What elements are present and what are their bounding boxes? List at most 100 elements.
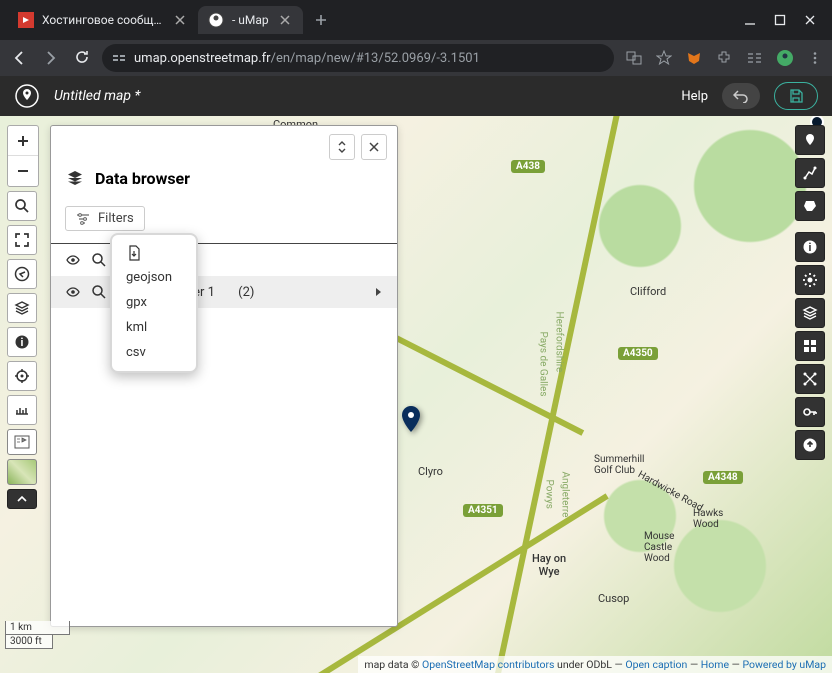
- filters-label: Filters: [98, 211, 134, 226]
- powered-link[interactable]: Powered by uMap: [742, 658, 826, 671]
- close-window-icon[interactable]: [804, 14, 816, 26]
- profile-icon[interactable]: [776, 49, 794, 67]
- settings-button[interactable]: [795, 265, 825, 295]
- download-file-icon: [126, 245, 142, 261]
- browser-address-bar: umap.openstreetmap.fr/en/map/new/#13/52.…: [0, 40, 832, 76]
- permissions-button[interactable]: [795, 397, 825, 427]
- place-label: Summerhill Golf Club: [594, 454, 644, 476]
- place-label: Cusop: [598, 592, 629, 605]
- url-text: umap.openstreetmap.fr/en/map/new/#13/52.…: [134, 51, 480, 66]
- boundary-label: Powys: [544, 480, 555, 509]
- url-field[interactable]: umap.openstreetmap.fr/en/map/new/#13/52.…: [102, 44, 614, 72]
- layers-stack-icon: [65, 168, 85, 188]
- menu-icon[interactable]: [808, 51, 822, 65]
- info-button[interactable]: i: [7, 327, 37, 357]
- app-content: Untitled map * Help A438 A4350 A4348 A43…: [0, 76, 832, 673]
- road-badge: A4350: [618, 347, 658, 360]
- back-icon[interactable]: [10, 49, 28, 67]
- edit-osm-button[interactable]: [7, 429, 37, 455]
- dropdown-item-csv[interactable]: csv: [112, 340, 196, 365]
- layers-button[interactable]: [7, 293, 37, 323]
- panel-expand-button[interactable]: [329, 134, 355, 160]
- boundary-label: Angleterre: [560, 472, 571, 518]
- chevron-right-icon[interactable]: [373, 286, 383, 298]
- tilelayer-button[interactable]: [7, 459, 37, 485]
- road-badge: A4351: [463, 504, 503, 517]
- panel-title: Data browser: [95, 169, 190, 188]
- layer-header-row: [51, 244, 397, 276]
- caption-button[interactable]: i: [795, 232, 825, 262]
- dropdown-item-gpx[interactable]: gpx: [112, 290, 196, 315]
- visibility-icon[interactable]: [65, 284, 81, 300]
- site-settings-icon[interactable]: [112, 51, 126, 65]
- home-link[interactable]: Home: [701, 658, 729, 671]
- draw-marker-button[interactable]: [795, 125, 825, 155]
- measure-button[interactable]: [7, 395, 37, 425]
- zoom-to-icon[interactable]: [91, 252, 107, 268]
- right-toolbar: i: [795, 125, 825, 460]
- zoom-to-icon[interactable]: [91, 284, 107, 300]
- road-label: Hardwicke Road: [636, 469, 705, 514]
- locate-button[interactable]: [7, 361, 37, 391]
- minimize-icon[interactable]: [744, 14, 756, 26]
- panel-close-button[interactable]: [361, 134, 387, 160]
- forward-icon: [42, 49, 60, 67]
- fullscreen-button[interactable]: [7, 225, 37, 255]
- left-toolbar: i: [7, 125, 39, 509]
- place-label: Clyro: [418, 465, 443, 478]
- dropdown-item-geojson[interactable]: geojson: [112, 265, 196, 290]
- window-controls: [736, 14, 824, 26]
- extensions-icon[interactable]: [716, 50, 732, 66]
- tab2-title: - uMap: [232, 13, 269, 27]
- browser-tab-2-active[interactable]: - uMap: [198, 6, 303, 34]
- place-label: Hay on Wye: [532, 552, 566, 578]
- help-link[interactable]: Help: [681, 89, 708, 104]
- maximize-icon[interactable]: [774, 14, 786, 26]
- tilelayer-switch-button[interactable]: [795, 331, 825, 361]
- import-button[interactable]: [795, 430, 825, 460]
- svg-text:i: i: [809, 241, 812, 254]
- map-attribution: map data © OpenStreetMap contributors un…: [358, 656, 832, 673]
- layer-count: (2): [238, 285, 254, 300]
- set-center-button[interactable]: [795, 364, 825, 394]
- filters-button[interactable]: Filters: [65, 206, 145, 231]
- translate-icon[interactable]: [626, 50, 642, 66]
- umap-logo-icon[interactable]: [14, 83, 40, 109]
- map-title[interactable]: Untitled map *: [54, 88, 667, 104]
- search-button[interactable]: [7, 191, 37, 221]
- dropdown-item-kml[interactable]: kml: [112, 315, 196, 340]
- visibility-icon[interactable]: [65, 252, 81, 268]
- close-icon[interactable]: [172, 12, 188, 28]
- browser-tab-1[interactable]: Хостинговое сообщество «Tin: [8, 6, 198, 34]
- window-titlebar: Хостинговое сообщество «Tin - uMap: [0, 0, 832, 40]
- map-marker[interactable]: [400, 406, 422, 434]
- undo-button[interactable]: [722, 83, 760, 109]
- tab1-favicon-icon: [18, 12, 34, 28]
- app-header: Untitled map * Help: [0, 76, 832, 116]
- export-format-dropdown: geojson gpx kml csv: [110, 233, 198, 373]
- metamask-icon[interactable]: [686, 50, 702, 66]
- road-badge: A438: [511, 160, 545, 173]
- draw-line-button[interactable]: [795, 158, 825, 188]
- scale-ft: 3000 ft: [5, 635, 53, 649]
- caption-link[interactable]: Open caption: [625, 658, 687, 671]
- draw-polygon-button[interactable]: [795, 191, 825, 221]
- collapse-toolbar-button[interactable]: [7, 489, 37, 509]
- layer-row[interactable]: yer 1 (2): [51, 276, 397, 308]
- manage-layers-button[interactable]: [795, 298, 825, 328]
- osm-link[interactable]: OpenStreetMap contributors: [422, 658, 554, 671]
- close-icon[interactable]: [277, 12, 293, 28]
- zoom-in-button[interactable]: [8, 126, 38, 156]
- map-canvas[interactable]: A438 A4350 A4348 A4351 Common Clifford C…: [0, 116, 832, 673]
- reload-icon[interactable]: [74, 49, 90, 65]
- save-button[interactable]: [774, 82, 818, 110]
- zoom-out-button[interactable]: [8, 156, 38, 186]
- tab2-favicon-icon: [208, 12, 224, 28]
- place-label: Clifford: [630, 285, 666, 298]
- new-tab-button[interactable]: [307, 6, 335, 34]
- share-button[interactable]: [7, 259, 37, 289]
- reading-list-icon[interactable]: [746, 50, 762, 66]
- place-label: Mouse Castle Wood: [644, 531, 674, 564]
- star-icon[interactable]: [656, 50, 672, 66]
- browser-tabs: Хостинговое сообщество «Tin - uMap: [8, 6, 736, 34]
